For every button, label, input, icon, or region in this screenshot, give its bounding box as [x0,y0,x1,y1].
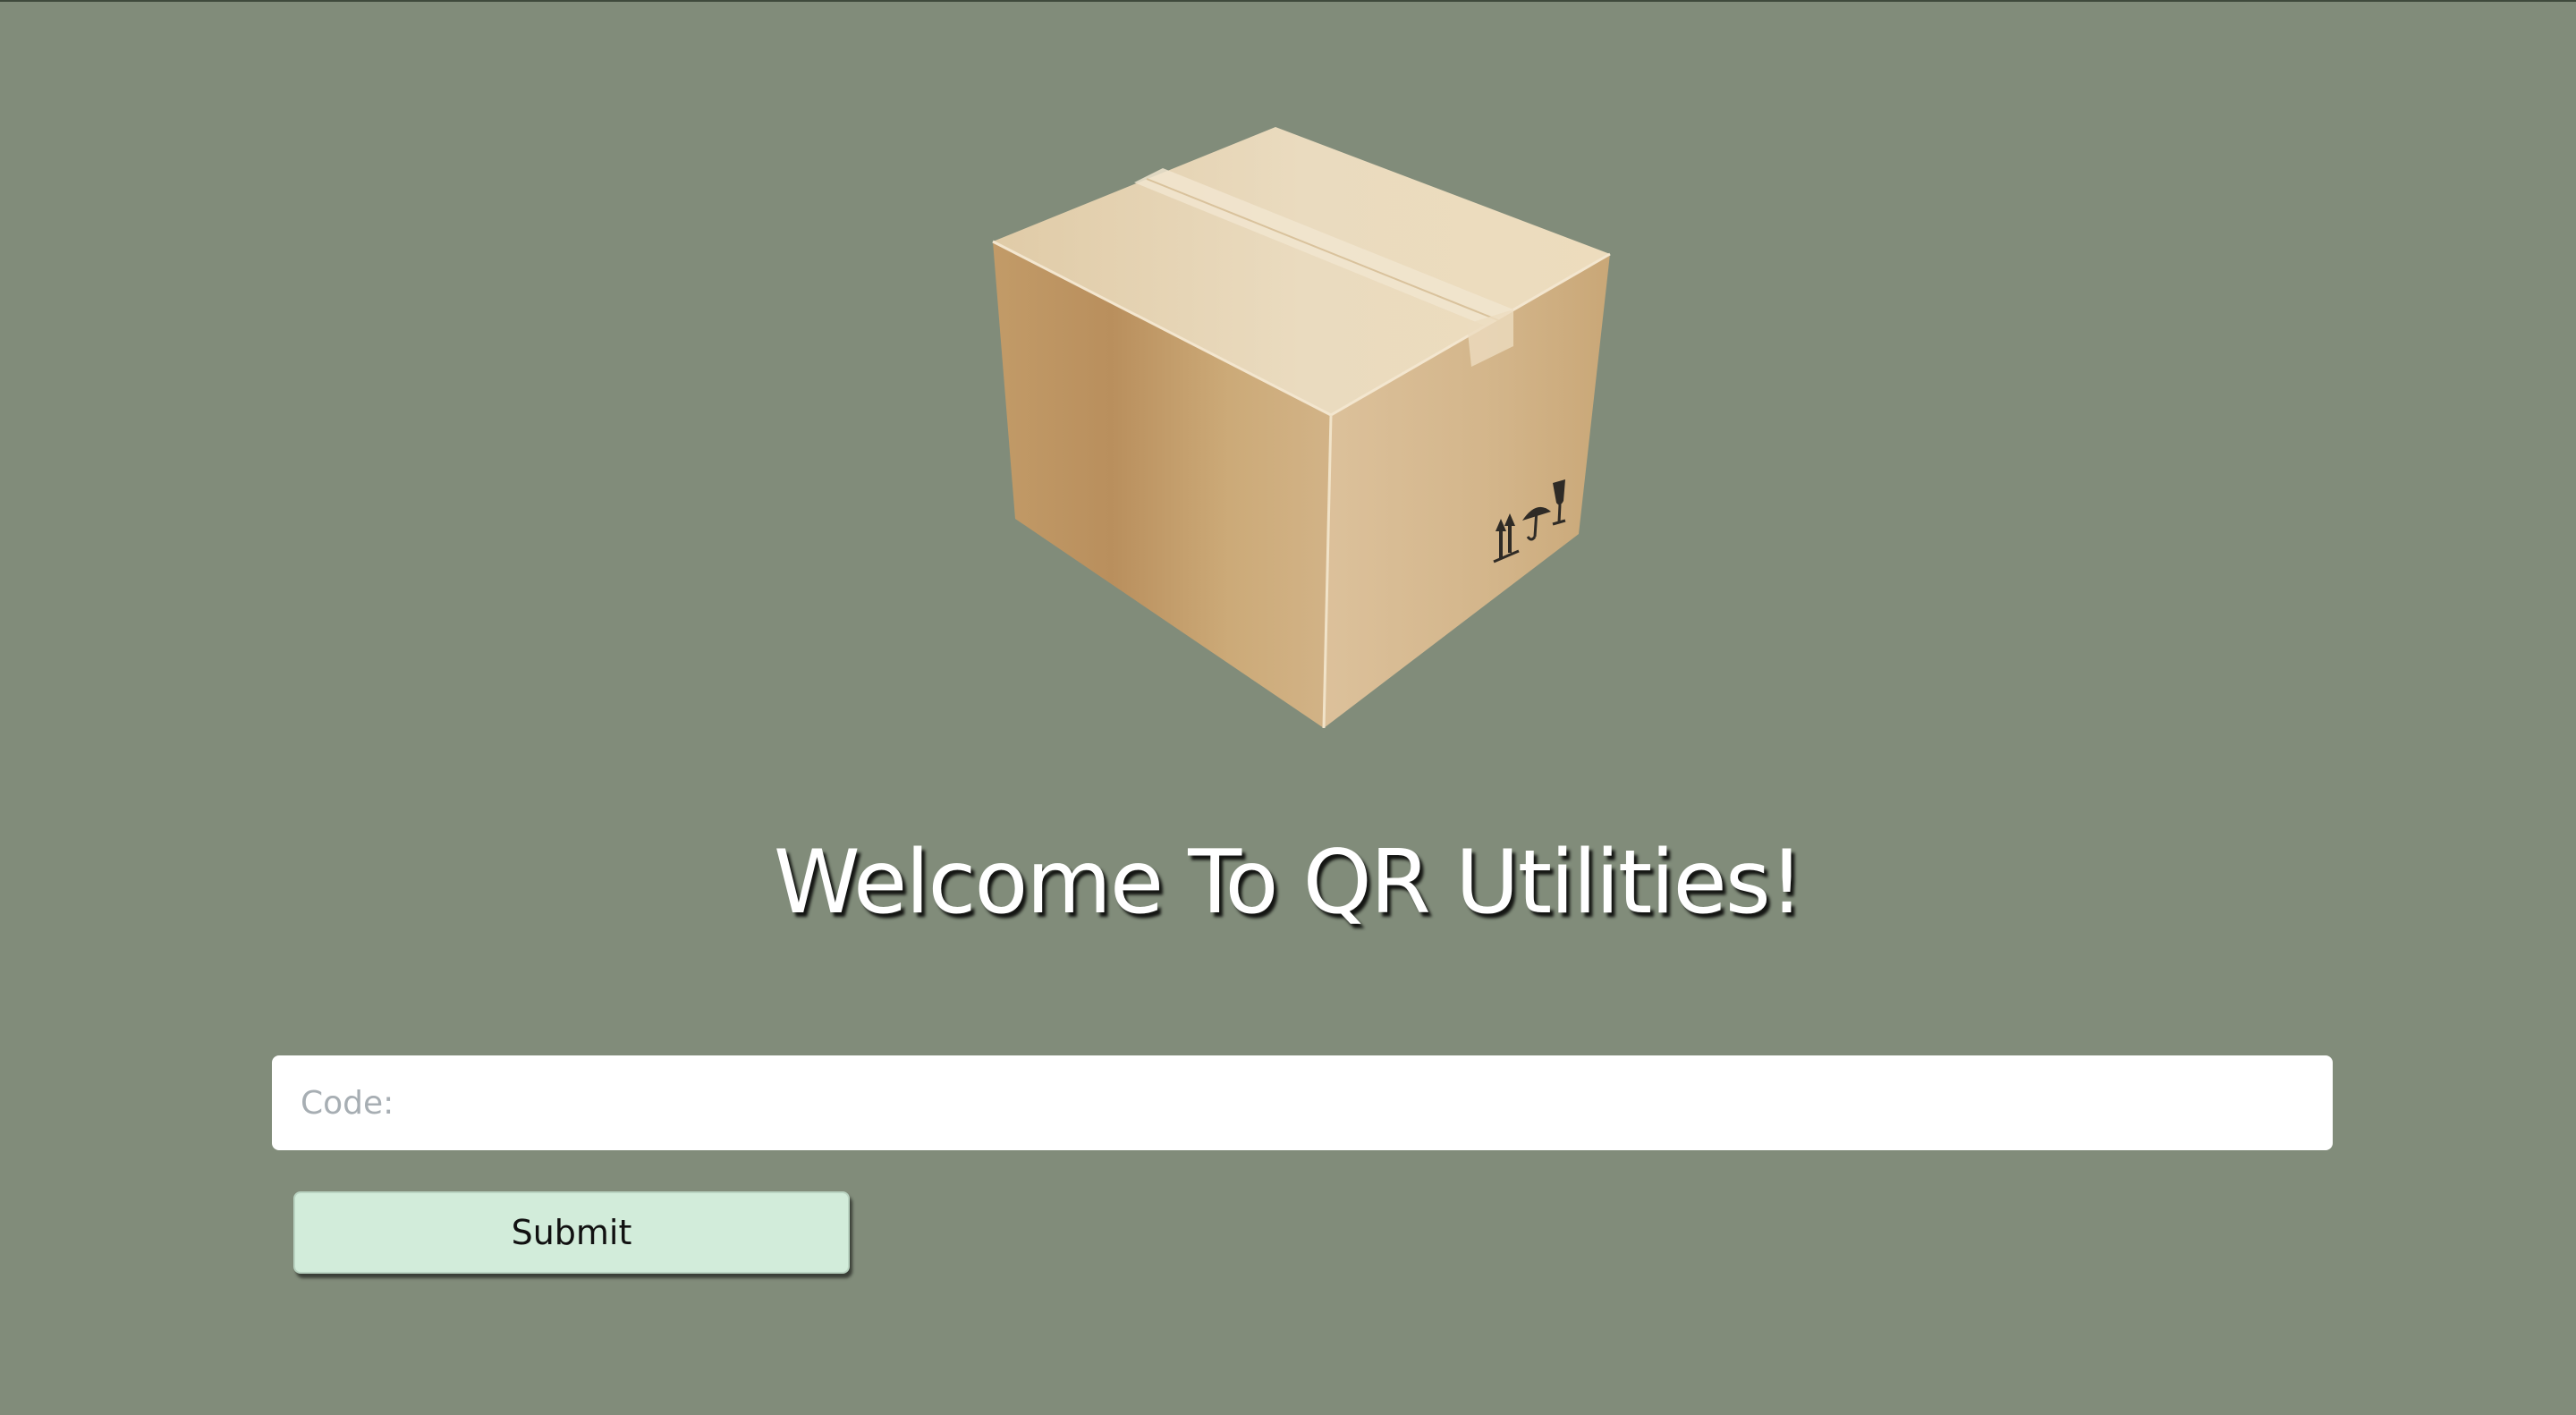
welcome-title: Welcome To QR Utilities! [773,832,1804,934]
cardboard-box-image [992,127,1611,729]
code-input[interactable] [272,1055,2333,1150]
submit-button[interactable]: Submit [293,1191,850,1274]
page: Welcome To QR Utilities! Submit [0,2,2576,1415]
